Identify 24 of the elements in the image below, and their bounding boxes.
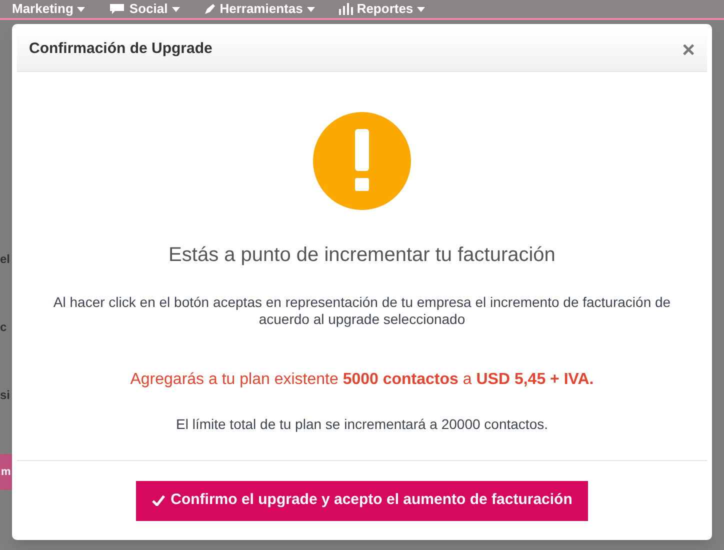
nav-menu-item[interactable]: Social xyxy=(109,0,180,19)
caret-down-icon xyxy=(77,6,86,12)
dialog-title: Confirmación de Upgrade xyxy=(29,39,212,60)
background-button-fragment: m xyxy=(0,454,12,490)
dialog-description: Al hacer click en el botón aceptas en representación de tu empresa el incremento de facturación de acuerdo al upgrade seleccionado xyxy=(52,294,672,328)
caret-down-icon xyxy=(172,6,180,12)
nav-menu-item[interactable]: Marketing xyxy=(12,0,86,19)
nav-menu-item[interactable]: Reportes xyxy=(338,0,426,19)
dialog-heading: Estás a punto de incrementar tu facturación xyxy=(168,243,556,268)
checkmark-icon xyxy=(152,495,165,506)
nav-menu-item[interactable]: Herramientas xyxy=(204,0,315,19)
bar-chart-icon xyxy=(338,3,353,15)
caret-down-icon xyxy=(417,6,426,12)
speech-bubble-icon xyxy=(109,3,126,15)
close-button[interactable]: × xyxy=(682,38,695,60)
confirm-upgrade-button[interactable]: Confirmo el upgrade y acepto el aumento de facturación xyxy=(136,480,588,520)
upgrade-offer-text: Agregarás a tu plan existente 5000 contactos a USD 5,45 + IVA. xyxy=(130,370,594,390)
plan-limit-text: El límite total de tu plan se incrementará a 20000 contactos. xyxy=(176,415,548,434)
background-text-fragment: si xyxy=(0,387,12,404)
pencil-icon xyxy=(204,3,216,15)
warning-icon xyxy=(313,112,411,210)
background-text-fragment: el xyxy=(0,251,12,268)
caret-down-icon xyxy=(306,6,315,12)
background-text-fragment: c xyxy=(0,319,8,336)
